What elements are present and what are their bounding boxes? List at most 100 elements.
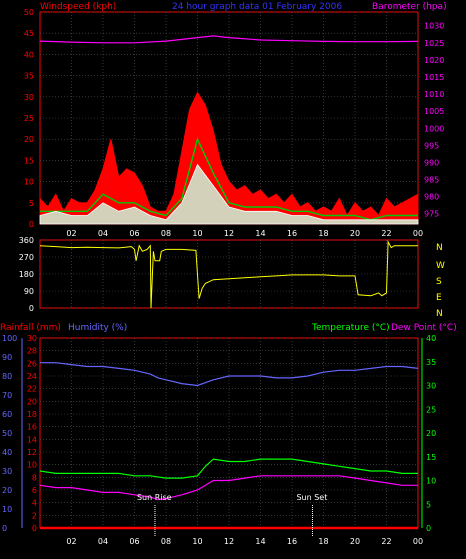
wind-y-tick: 45 bbox=[24, 29, 34, 38]
hum-x-tick: 12 bbox=[224, 537, 234, 546]
temp-y-tick: 20 bbox=[426, 429, 436, 438]
rain-y-tick: 4 bbox=[32, 499, 37, 508]
wind-x-tick: 18 bbox=[318, 229, 328, 238]
sunset-annotation: Sun Set bbox=[296, 493, 327, 502]
compass-n-bottom: N bbox=[436, 309, 443, 319]
wind-y-tick: 0 bbox=[29, 220, 34, 229]
barometer-tick: 1005 bbox=[424, 107, 444, 116]
wind-x-tick: 00 bbox=[413, 229, 423, 238]
hum-x-tick: 00 bbox=[413, 537, 423, 546]
wind-x-tick: 12 bbox=[224, 229, 234, 238]
humidity-y-tick: 70 bbox=[2, 391, 12, 400]
barometer-tick: 1010 bbox=[424, 90, 444, 99]
hum-x-tick: 22 bbox=[381, 537, 391, 546]
wind-x-tick: 08 bbox=[161, 229, 171, 238]
temp-y-tick: 15 bbox=[426, 453, 436, 462]
barometer-tick: 1015 bbox=[424, 73, 444, 82]
weather-chart: Windspeed (kph) 24 hour graph data 01 Fe… bbox=[0, 0, 466, 555]
barometer-tick: 1020 bbox=[424, 56, 444, 65]
rain-y-tick: 8 bbox=[32, 473, 37, 482]
barometer-tick: 975 bbox=[424, 210, 439, 219]
hum-x-tick: 18 bbox=[318, 537, 328, 546]
direction-y-tick: 360 bbox=[19, 236, 34, 245]
dewpoint-label: Dew Point (°C) bbox=[391, 323, 457, 333]
wind-x-tick: 20 bbox=[350, 229, 360, 238]
humidity-y-tick: 100 bbox=[2, 334, 17, 343]
humidity-y-tick: 10 bbox=[2, 505, 12, 514]
compass-e: E bbox=[436, 293, 442, 303]
rain-y-tick: 22 bbox=[27, 385, 37, 394]
wind-y-tick: 35 bbox=[24, 72, 34, 81]
hum-x-tick: 06 bbox=[129, 537, 139, 546]
compass-s: S bbox=[436, 277, 442, 287]
barometer-label: Barometer (hpa) bbox=[372, 2, 447, 12]
hum-x-tick: 14 bbox=[255, 537, 265, 546]
wind-x-tick: 10 bbox=[192, 229, 202, 238]
rain-y-tick: 28 bbox=[27, 347, 37, 356]
sunrise-annotation: Sun Rise bbox=[137, 493, 172, 502]
compass-n-top: N bbox=[436, 243, 443, 253]
rain-y-tick: 18 bbox=[27, 410, 37, 419]
barometer-tick: 1025 bbox=[424, 39, 444, 48]
hum-x-tick: 10 bbox=[192, 537, 202, 546]
wind-y-tick: 50 bbox=[24, 8, 34, 17]
temp-y-tick: 0 bbox=[426, 524, 431, 533]
wind-y-tick: 30 bbox=[24, 93, 34, 102]
rain-y-tick: 12 bbox=[27, 448, 37, 457]
rain-y-tick: 6 bbox=[32, 486, 37, 495]
hum-x-tick: 02 bbox=[66, 537, 76, 546]
direction-y-tick: 90 bbox=[24, 287, 34, 296]
temp-y-tick: 30 bbox=[426, 382, 436, 391]
wind-y-tick: 5 bbox=[29, 199, 34, 208]
rain-y-tick: 0 bbox=[32, 524, 37, 533]
humidity-label: Humidity (%) bbox=[68, 323, 127, 333]
temperature-label: Temperature (°C) bbox=[311, 323, 390, 333]
humidity-y-tick: 90 bbox=[2, 353, 12, 362]
rain-y-tick: 16 bbox=[27, 423, 37, 432]
temp-y-tick: 35 bbox=[426, 358, 436, 367]
hum-x-tick: 20 bbox=[350, 537, 360, 546]
wind-x-tick: 02 bbox=[66, 229, 76, 238]
barometer-tick: 990 bbox=[424, 158, 439, 167]
wind-x-tick: 14 bbox=[255, 229, 265, 238]
temp-y-tick: 10 bbox=[426, 477, 436, 486]
rainfall-label: Rainfall (mm) bbox=[0, 323, 61, 333]
humidity-y-tick: 40 bbox=[2, 448, 12, 457]
wind-x-tick: 06 bbox=[129, 229, 139, 238]
wind-y-tick: 25 bbox=[24, 114, 34, 123]
humidity-y-tick: 30 bbox=[2, 467, 12, 476]
rain-y-tick: 24 bbox=[27, 372, 37, 381]
wind-y-tick: 10 bbox=[24, 178, 34, 187]
chart-title: 24 hour graph data 01 February 2006 bbox=[172, 2, 342, 12]
compass-w: W bbox=[436, 261, 445, 271]
humidity-y-tick: 20 bbox=[2, 486, 12, 495]
direction-y-tick: 270 bbox=[19, 253, 34, 262]
barometer-tick: 985 bbox=[424, 176, 439, 185]
barometer-tick: 995 bbox=[424, 141, 439, 150]
humidity-y-tick: 0 bbox=[2, 524, 7, 533]
wind-y-tick: 15 bbox=[24, 156, 34, 165]
hum-x-tick: 08 bbox=[161, 537, 171, 546]
rain-y-tick: 10 bbox=[27, 461, 37, 470]
barometer-tick: 980 bbox=[424, 193, 439, 202]
wind-x-tick: 16 bbox=[287, 229, 297, 238]
temp-y-tick: 25 bbox=[426, 405, 436, 414]
hum-x-tick: 16 bbox=[287, 537, 297, 546]
rain-y-tick: 30 bbox=[27, 334, 37, 343]
humidity-y-tick: 80 bbox=[2, 372, 12, 381]
wind-x-tick: 22 bbox=[381, 229, 391, 238]
barometer-tick: 1000 bbox=[424, 124, 444, 133]
humidity-y-tick: 60 bbox=[2, 410, 12, 419]
rain-y-tick: 26 bbox=[27, 359, 37, 368]
windspeed-label: Windspeed (kph) bbox=[40, 2, 116, 12]
direction-y-tick: 0 bbox=[29, 304, 34, 313]
rain-y-tick: 2 bbox=[32, 511, 37, 520]
temp-y-tick: 5 bbox=[426, 500, 431, 509]
hum-x-tick: 04 bbox=[98, 537, 108, 546]
wind-x-tick: 04 bbox=[98, 229, 108, 238]
rain-y-tick: 20 bbox=[27, 397, 37, 406]
wind-y-tick: 40 bbox=[24, 50, 34, 59]
temp-y-tick: 40 bbox=[426, 334, 436, 343]
direction-y-tick: 180 bbox=[19, 270, 34, 279]
wind-y-tick: 20 bbox=[24, 135, 34, 144]
